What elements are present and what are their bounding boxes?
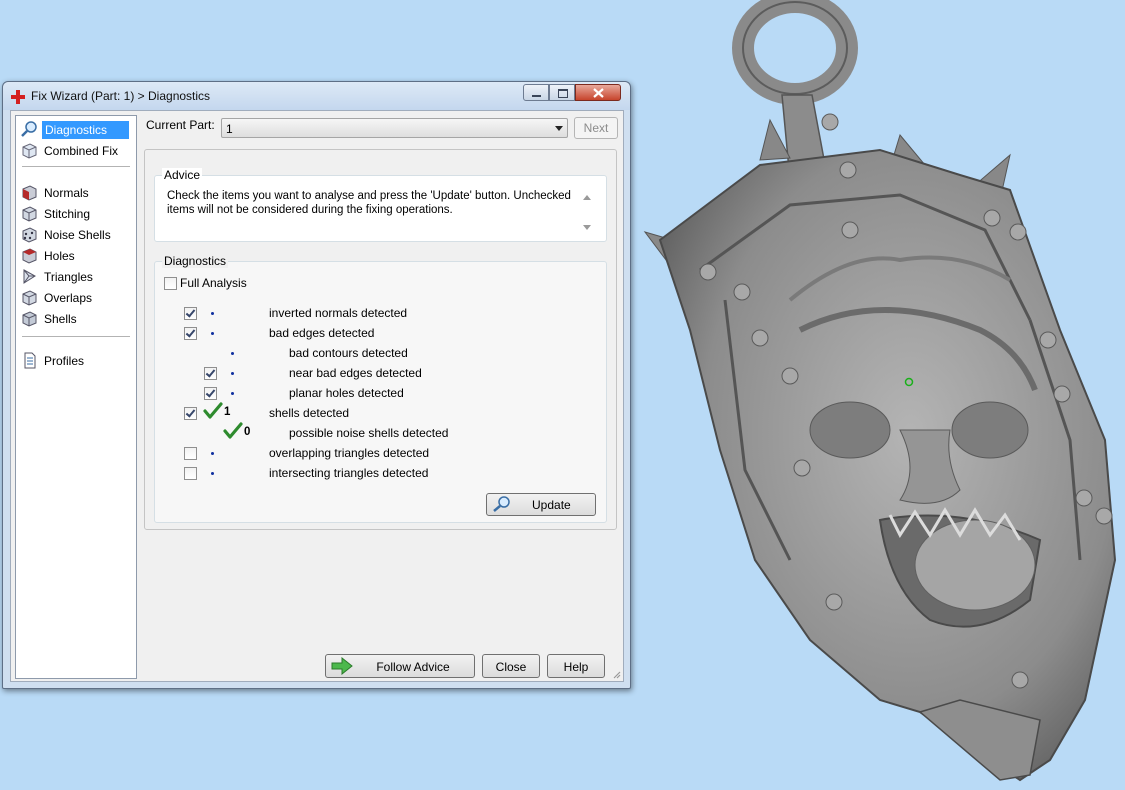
sidebar-divider <box>22 336 130 337</box>
sidebar-item-triangles[interactable]: Triangles <box>20 267 132 286</box>
diagnostics-title: Diagnostics <box>162 254 229 268</box>
3d-viewport[interactable] <box>630 0 1125 787</box>
chevron-down-icon <box>555 126 563 131</box>
overlapping-triangles-checkbox[interactable] <box>184 447 197 460</box>
sidebar-item-label: Stitching <box>44 207 91 221</box>
help-label: Help <box>563 660 589 674</box>
sidebar-item-label: Profiles <box>44 354 85 368</box>
sidebar-item-label: Combined Fix <box>44 144 119 158</box>
green-check-icon <box>203 402 223 419</box>
status-dot <box>211 472 214 475</box>
close-label: Close <box>495 660 527 674</box>
maximize-button[interactable] <box>549 84 575 101</box>
overlapping-triangles-label: overlapping triangles detected <box>269 446 430 460</box>
minimize-button[interactable] <box>523 84 549 101</box>
sidebar-item-label: Diagnostics <box>42 121 129 139</box>
sidebar-item-label: Overlaps <box>44 291 93 305</box>
follow-advice-button[interactable]: Follow Advice <box>325 654 475 678</box>
help-button[interactable]: Help <box>547 654 605 678</box>
sidebar-item-label: Noise Shells <box>44 228 111 242</box>
follow-advice-label: Follow Advice <box>376 660 450 674</box>
close-window-button[interactable] <box>575 84 621 101</box>
advice-title: Advice <box>162 168 203 182</box>
overlaps-cube-icon <box>22 290 37 306</box>
close-button[interactable]: Close <box>482 654 540 678</box>
near-bad-edges-label: near bad edges detected <box>289 366 422 380</box>
sidebar-item-overlaps[interactable]: Overlaps <box>20 288 132 307</box>
planar-holes-label: planar holes detected <box>289 386 404 400</box>
resize-grip-icon[interactable] <box>611 669 621 679</box>
full-analysis-checkbox[interactable] <box>164 277 177 290</box>
current-part-select[interactable]: 1 <box>221 118 568 138</box>
sidebar-item-combined-fix[interactable]: Combined Fix <box>20 141 132 160</box>
planar-holes-checkbox[interactable] <box>204 387 217 400</box>
update-button[interactable]: Update <box>486 493 596 516</box>
sidebar-item-label: Holes <box>44 249 75 263</box>
advice-scrollbar[interactable] <box>579 189 594 236</box>
scroll-up-icon[interactable] <box>583 195 591 200</box>
sidebar-item-normals[interactable]: Normals <box>20 183 132 202</box>
stitching-cube-icon <box>22 206 37 222</box>
red-cross-icon <box>11 90 25 104</box>
inverted-normals-label: inverted normals detected <box>269 306 408 320</box>
holes-cube-icon <box>22 248 37 264</box>
status-dot <box>211 312 214 315</box>
status-dot <box>211 332 214 335</box>
sidebar-item-shells[interactable]: Shells <box>20 309 132 328</box>
scroll-down-icon[interactable] <box>583 225 591 230</box>
near-bad-edges-checkbox[interactable] <box>204 367 217 380</box>
main-panel: Advice Check the items you want to analy… <box>144 149 617 530</box>
window-title: Fix Wizard (Part: 1) > Diagnostics <box>31 89 211 103</box>
title-bar[interactable]: Fix Wizard (Part: 1) > Diagnostics <box>3 82 630 110</box>
sidebar-item-noise-shells[interactable]: Noise Shells <box>20 225 132 244</box>
inverted-normals-checkbox[interactable] <box>184 307 197 320</box>
shells-cube-icon <box>22 311 37 327</box>
status-dot <box>231 352 234 355</box>
sidebar-item-label: Triangles <box>44 270 93 284</box>
cube-icon <box>22 143 37 159</box>
document-icon <box>24 352 36 369</box>
bad-edges-label: bad edges detected <box>269 326 375 340</box>
noise-shells-icon <box>22 227 37 243</box>
intersecting-triangles-label: intersecting triangles detected <box>269 466 429 480</box>
next-button[interactable]: Next <box>574 117 618 139</box>
intersecting-triangles-checkbox[interactable] <box>184 467 197 480</box>
close-icon <box>593 88 604 98</box>
dialog-client: Diagnostics Combined Fix Normals Stitchi… <box>10 110 624 682</box>
noise-shells-label: possible noise shells detected <box>289 426 449 440</box>
triangles-icon <box>23 269 36 284</box>
sidebar-item-label: Shells <box>44 312 77 326</box>
bad-contours-label: bad contours detected <box>289 346 408 360</box>
sidebar-divider <box>22 166 130 167</box>
helmet-model <box>643 0 1117 782</box>
magnifier-icon <box>21 121 37 137</box>
update-button-label: Update <box>532 498 571 512</box>
status-dot <box>231 392 234 395</box>
shells-label: shells detected <box>269 406 350 420</box>
advice-text: Check the items you want to analyse and … <box>167 190 571 216</box>
sidebar-item-label: Normals <box>44 186 89 200</box>
current-part-label: Current Part: <box>146 118 215 132</box>
shells-count: 1 <box>224 406 231 418</box>
fix-wizard-dialog: Fix Wizard (Part: 1) > Diagnostics Diagn… <box>2 81 631 689</box>
sidebar-item-holes[interactable]: Holes <box>20 246 132 265</box>
noise-shells-count: 0 <box>244 426 251 438</box>
green-arrow-icon <box>331 657 353 675</box>
advice-group: Advice Check the items you want to analy… <box>154 168 607 242</box>
shells-checkbox[interactable] <box>184 407 197 420</box>
normals-cube-icon <box>22 185 37 201</box>
status-dot <box>211 452 214 455</box>
bad-edges-checkbox[interactable] <box>184 327 197 340</box>
sidebar-item-profiles[interactable]: Profiles <box>20 351 132 370</box>
sidebar-item-stitching[interactable]: Stitching <box>20 204 132 223</box>
current-part-value: 1 <box>226 122 233 136</box>
full-analysis-label: Full Analysis <box>180 276 247 290</box>
sidebar-item-diagnostics[interactable]: Diagnostics <box>20 120 132 139</box>
status-dot <box>231 372 234 375</box>
green-check-icon <box>223 422 243 439</box>
magnifier-icon <box>493 496 510 512</box>
wizard-sidebar: Diagnostics Combined Fix Normals Stitchi… <box>15 115 137 679</box>
diagnostics-group: Diagnostics Full Analysis inverted norma… <box>154 254 607 523</box>
